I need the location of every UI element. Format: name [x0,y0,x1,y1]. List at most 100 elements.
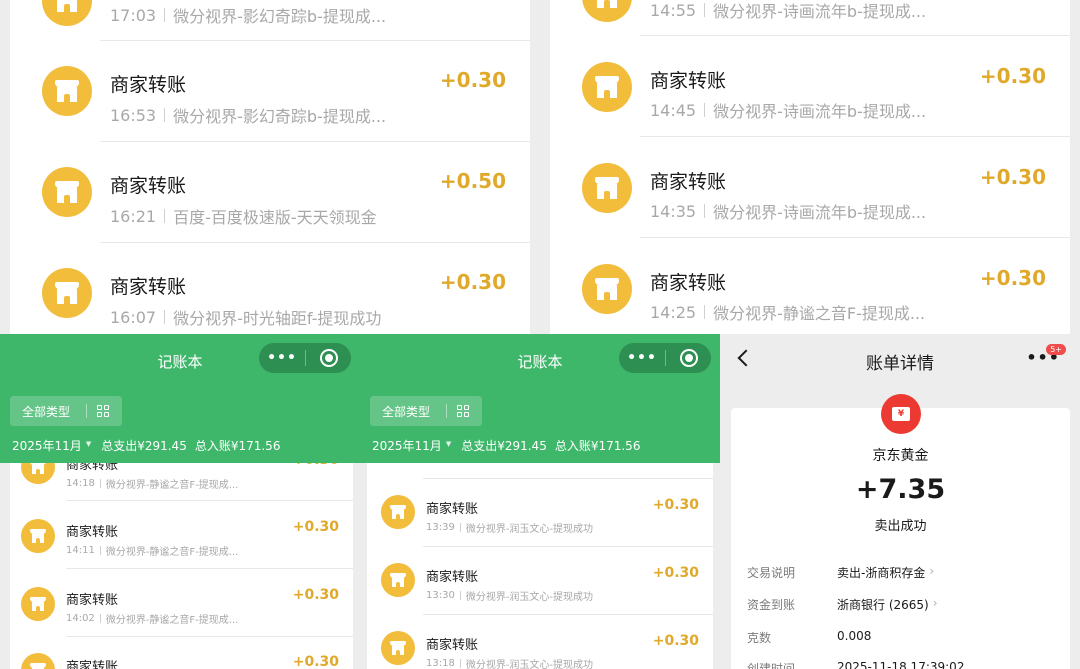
caret-down-icon[interactable]: ▼ [86,440,91,454]
detail-label: 创建时间 [747,662,796,669]
transaction-time: 17:03 [110,5,157,25]
transaction-desc: 微分视界-静谧之音F-提现成... [105,547,239,558]
more-icon[interactable]: ••• [619,350,665,366]
transaction-amount: +0.30 [439,270,506,294]
merchant-shop-icon [42,66,92,116]
detail-row: 创建时间 2025-11-18 17:39:02 [747,660,964,669]
transaction-desc: 微分视界-影幻奇踪b-提现成... [173,107,387,126]
merchant-shop-icon [42,0,92,26]
list-item[interactable]: 商家转账 14:25 微分视界-静谧之音F-提现成... +0.30 [550,238,1070,334]
detail-label: 资金到账 [747,598,796,612]
transaction-desc: 微分视界-静谧之音F-提现成... [713,304,926,323]
list-item[interactable]: 17:03 微分视界-影幻奇踪b-提现成... [10,0,530,40]
type-filter-button[interactable]: 全部类型 [370,396,482,426]
transaction-time: 16:53 [110,105,157,125]
total-expense: 总支出¥291.45 [461,439,547,453]
detail-value: 卖出-浙商积存金 [837,566,926,580]
miniprogram-capsule[interactable]: ••• [619,343,711,373]
filter-label: 全部类型 [22,404,71,419]
transaction-meta: 14:55 微分视界-诗画流年b-提现成... [650,0,926,22]
miniprogram-capsule[interactable]: ••• [259,343,351,373]
merchant-name: 京东黄金 [872,448,929,464]
merchant-shop-icon [21,519,55,553]
merchant-shop-icon [21,587,55,621]
transaction-desc: 微分视界-静谧之音F-提现成... [105,615,239,626]
close-target-icon[interactable] [680,349,698,367]
transaction-amount: +0.30 [979,266,1046,290]
transaction-time: 14:55 [650,0,697,20]
detail-value: 2025-11-18 17:39:02 [837,660,965,669]
transaction-title: 商家转账 [66,660,119,669]
list-item[interactable]: 商家转账 14:02 微分视界-静谧之音F-提现成... +0.30 [10,569,353,636]
total-income: 总入账¥171.56 [554,439,641,453]
list-item[interactable]: 14:55 微分视界-诗画流年b-提现成... [550,0,1070,35]
detail-row[interactable]: 资金到账 浙商银行 (2665) › [747,596,938,613]
merchant-shop-icon [582,0,632,22]
transaction-meta: 14:18 微分视界-静谧之音F-提现成... [66,476,238,491]
transaction-meta: 13:39 微分视界-润玉文心-提现成功 [426,520,593,535]
detail-row[interactable]: 交易说明 卖出-浙商积存金 › [747,564,934,581]
transaction-time: 14:02 [66,613,95,624]
merchant-logo-icon: ¥ [881,394,921,434]
transaction-time: 13:18 [426,658,455,669]
merchant-shop-icon [381,563,415,597]
transaction-title: 商家转账 [110,175,187,197]
transaction-title: 商家转账 [426,502,479,517]
transaction-time: 14:45 [650,100,697,120]
list-item[interactable]: 商家转账 14:11 微分视界-静谧之音F-提现成... +0.30 [10,501,353,568]
transaction-meta: 16:21 百度-百度极速版-天天领现金 [110,204,377,228]
merchant-shop-icon [381,495,415,529]
list-item[interactable]: 商家转账 13:30 微分视界-润玉文心-提现成功 +0.30 [367,547,713,614]
grid-icon [457,404,470,418]
more-icon[interactable]: ••• [259,350,305,366]
bill-amount: +7.35 [855,474,946,505]
transaction-desc: 微分视界-润玉文心-提现成功 [465,660,594,669]
ledger-header-left: 记账本 ••• 全部类型 2025年11月 ▼ 总支出¥291.45 总入账¥1… [0,334,360,463]
list-item[interactable]: 商家转账 16:07 微分视界-时光轴距f-提现成功 +0.30 [10,243,530,334]
transaction-list-top-left: 17:03 微分视界-影幻奇踪b-提现成... 商家转账 16:53 微分视界-影幻… [10,0,530,334]
list-item[interactable]: 商家转账 16:53 微分视界-影幻奇踪b-提现成... +0.30 [10,41,530,141]
grid-icon [97,404,110,418]
list-item[interactable]: 商家转账 14:35 微分视界-诗画流年b-提现成... +0.30 [550,137,1070,237]
transaction-title: 商家转账 [650,171,727,193]
transaction-list-top-right: 14:55 微分视界-诗画流年b-提现成... 商家转账 14:45 微分视界-诗画… [550,0,1070,334]
list-item[interactable]: 商家转账 13:39 微分视界-润玉文心-提现成功 +0.30 [367,479,713,546]
list-item[interactable]: 商家转账 13:18 微分视界-润玉文心-提现成功 +0.30 [367,615,713,669]
transaction-amount: +0.30 [979,165,1046,189]
merchant-shop-icon [381,631,415,665]
list-item[interactable]: 商家转账 14:45 微分视界-诗画流年b-提现成... +0.30 [550,36,1070,136]
bill-detail-card: ¥ 京东黄金 +7.35 卖出成功 交易说明 卖出-浙商积存金 › 资金到账 浙… [731,394,1070,669]
caret-down-icon[interactable]: ▼ [446,440,451,454]
transaction-title: 商家转账 [66,525,119,540]
month-summary: 2025年11月 ▼ 总支出¥291.45 总入账¥171.56 [12,437,280,454]
list-item[interactable]: 商家转账 16:21 百度-百度极速版-天天领现金 +0.50 [10,142,530,242]
type-filter-button[interactable]: 全部类型 [10,396,122,426]
detail-value: 0.008 [837,629,872,643]
transaction-desc: 微分视界-时光轴距f-提现成功 [173,309,382,328]
transaction-amount: +0.50 [439,169,506,193]
transaction-desc: 微分视界-润玉文心-提现成功 [465,592,594,603]
merchant-shop-icon [21,653,55,669]
transaction-amount: +0.30 [292,519,339,535]
transaction-desc: 微分视界-诗画流年b-提现成... [713,102,927,121]
chevron-right-icon: › [932,596,938,610]
transaction-meta: 14:35 微分视界-诗画流年b-提现成... [650,199,926,223]
transaction-title: 商家转账 [110,74,187,96]
transaction-title: 商家转账 [426,570,479,585]
close-target-icon[interactable] [320,349,338,367]
month-selector[interactable]: 2025年11月 [12,437,82,454]
transaction-time: 14:25 [650,302,697,322]
transaction-meta: 14:45 微分视界-诗画流年b-提现成... [650,98,926,122]
list-item[interactable]: 商家转账 +0.30 [10,637,353,669]
transaction-title: 商家转账 [650,70,727,92]
month-selector[interactable]: 2025年11月 [372,437,442,454]
transaction-desc: 微分视界-诗画流年b-提现成... [713,2,927,21]
merchant-shop-icon [582,264,632,314]
notification-badge: 5+ [1046,344,1066,355]
transaction-title: 商家转账 [110,276,187,298]
transaction-title: 商家转账 [66,593,119,608]
transaction-time: 13:39 [426,522,455,533]
merchant-shop-icon [582,163,632,213]
month-summary: 2025年11月 ▼ 总支出¥291.45 总入账¥171.56 [372,437,640,454]
bill-detail-header: 账单详情 ••• 5+ [720,334,1080,386]
